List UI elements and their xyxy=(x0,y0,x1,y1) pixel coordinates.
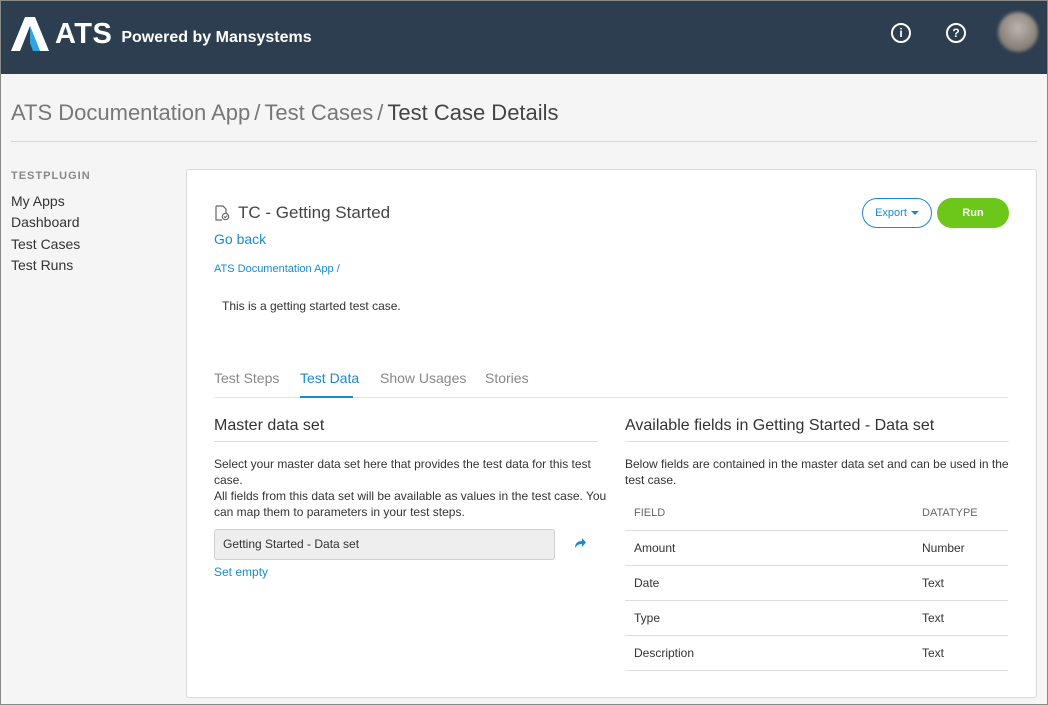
table-cell-field: Description xyxy=(634,646,695,660)
export-button[interactable]: Export xyxy=(862,198,932,228)
table-row-divider xyxy=(625,670,1008,671)
sidebar-item-test-runs[interactable]: Test Runs xyxy=(11,257,73,273)
breadcrumb: ATS Documentation App / Test Cases / Test Ca… xyxy=(11,100,559,126)
test-case-title: TC - Getting Started xyxy=(238,203,391,222)
go-back-link[interactable]: Go back xyxy=(214,231,266,247)
table-cell-field: Type xyxy=(634,611,661,625)
tab-test-data[interactable]: Test Data xyxy=(300,370,359,386)
logo[interactable]: ATS Powered by Mansystems xyxy=(11,17,312,51)
master-description-line: Select your master data set here that pr… xyxy=(214,457,591,471)
open-link-arrow-icon[interactable] xyxy=(573,537,586,549)
fields-description-line: Below fields are contained in the master… xyxy=(625,457,1009,471)
master-data-set-title: Master data set xyxy=(214,417,325,434)
breadcrumb-item-app[interactable]: ATS Documentation App xyxy=(11,100,250,125)
master-data-set-field[interactable]: Getting Started - Data set xyxy=(214,529,555,560)
column-header-datatype: DATATYPE xyxy=(922,507,978,519)
table-cell-field: Amount xyxy=(634,541,676,555)
table-row-divider xyxy=(625,600,1008,601)
table-cell-datatype: Text xyxy=(922,611,945,625)
table-cell-datatype: Text xyxy=(922,646,945,660)
table-row-divider xyxy=(625,565,1008,566)
fields-description-line: test case. xyxy=(625,473,677,487)
header-divider xyxy=(11,141,1037,142)
run-button[interactable]: Run xyxy=(937,198,1009,228)
active-tab-indicator xyxy=(300,396,353,398)
info-icon[interactable]: i xyxy=(891,23,911,43)
tab-show-usages[interactable]: Show Usages xyxy=(380,370,466,386)
logo-subtitle: Powered by Mansystems xyxy=(121,28,312,46)
avatar[interactable] xyxy=(998,12,1038,52)
export-label: Export xyxy=(875,207,907,219)
tab-stories[interactable]: Stories xyxy=(485,370,529,386)
table-cell-field: Date xyxy=(634,576,660,590)
column-header-field: FIELD xyxy=(634,507,666,519)
master-description-line: All fields from this data set will be av… xyxy=(214,489,607,503)
caret-down-icon xyxy=(910,211,919,216)
sidebar-item-test-cases[interactable]: Test Cases xyxy=(11,236,80,252)
logo-text: ATS xyxy=(55,17,113,50)
sidebar-title: TESTPLUGIN xyxy=(11,170,91,182)
ats-logo-icon xyxy=(11,17,49,51)
test-case-icon xyxy=(215,205,230,221)
table-cell-datatype: Text xyxy=(922,576,945,590)
top-bar: ATS Powered by Mansystems i ? xyxy=(1,1,1047,74)
master-description-line: case. xyxy=(214,473,243,487)
tab-test-steps[interactable]: Test Steps xyxy=(214,370,279,386)
breadcrumb-separator: / xyxy=(254,100,261,125)
table-row-divider xyxy=(625,635,1008,636)
set-empty-link[interactable]: Set empty xyxy=(214,565,268,579)
section-divider xyxy=(625,441,1009,442)
test-case-description: This is a getting started test case. xyxy=(222,299,401,313)
help-icon[interactable]: ? xyxy=(946,23,966,43)
table-cell-datatype: Number xyxy=(922,541,965,555)
sidebar-item-my-apps[interactable]: My Apps xyxy=(11,193,65,209)
sidebar-item-dashboard[interactable]: Dashboard xyxy=(11,214,80,230)
master-description-line: can map them to parameters in your test … xyxy=(214,505,465,519)
table-row-divider xyxy=(625,530,1008,531)
available-fields-title: Available fields in Getting Started - Da… xyxy=(625,417,935,434)
breadcrumb-item-test-cases[interactable]: Test Cases xyxy=(264,100,373,125)
breadcrumb-separator: / xyxy=(377,100,384,125)
app-link[interactable]: ATS Documentation App / xyxy=(214,263,340,275)
section-divider xyxy=(214,441,598,442)
breadcrumb-item-current: Test Case Details xyxy=(387,100,559,125)
